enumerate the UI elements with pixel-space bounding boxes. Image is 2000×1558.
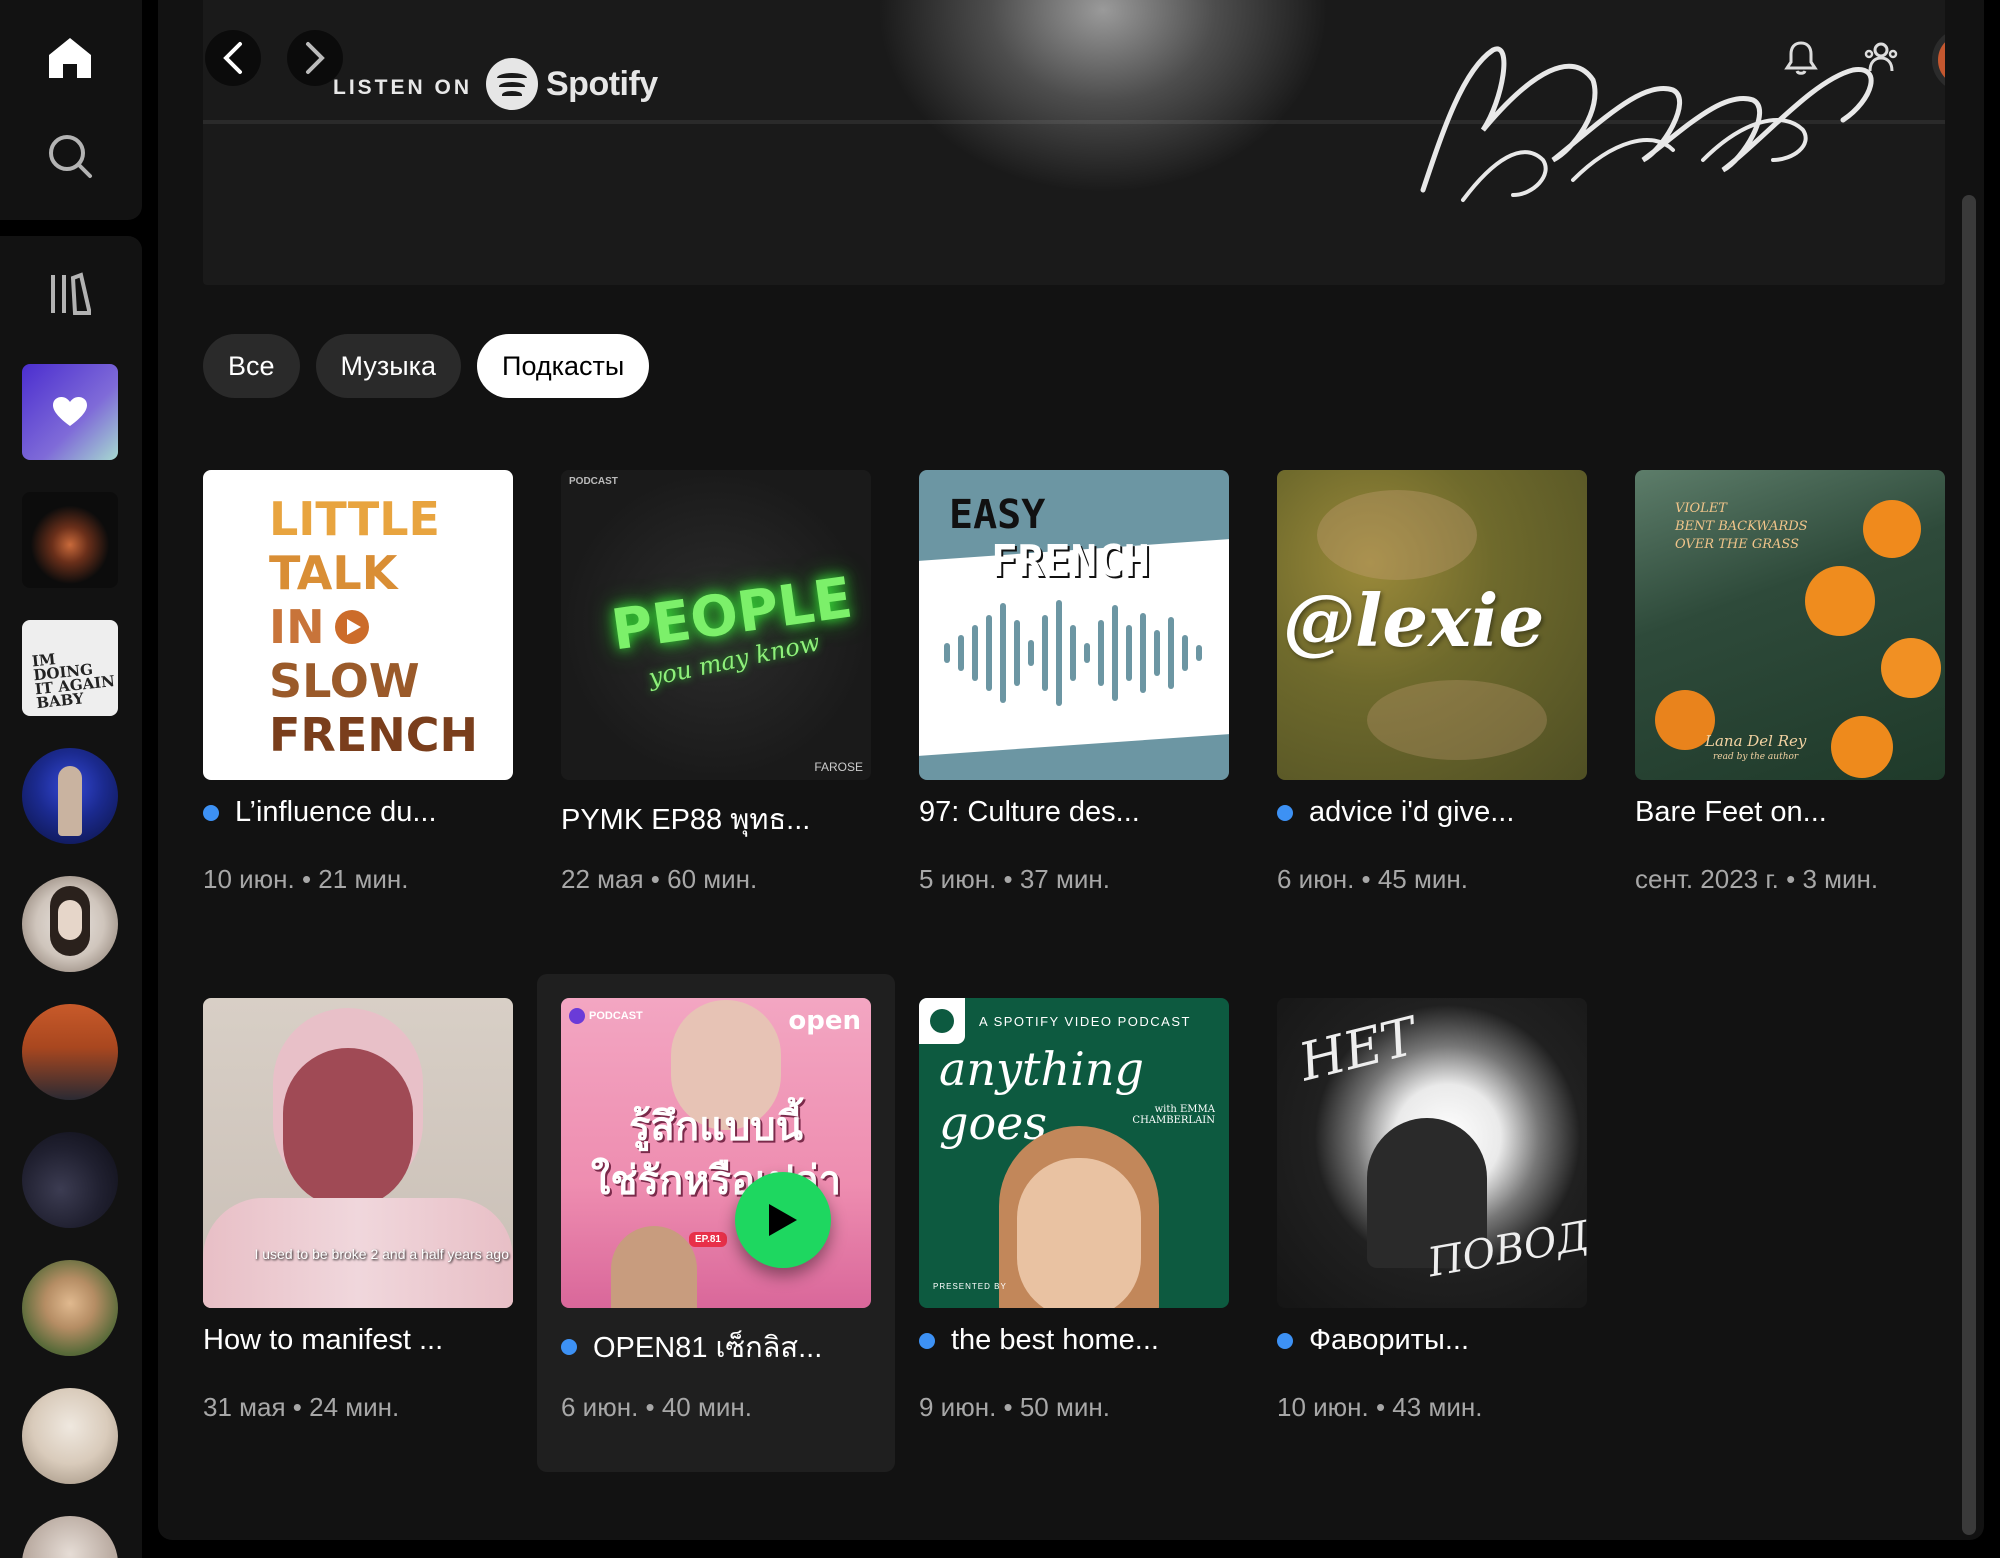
- orange-fruit: [1863, 500, 1921, 558]
- sidebar-library: IM DOING IT AGAIN BABY: [0, 236, 142, 1558]
- listen-on-label: LISTEN ON: [333, 76, 473, 99]
- episode-card[interactable]: @lexie advice i'd give... 6 июн. • 45 ми…: [1253, 446, 1611, 944]
- new-episode-dot: [1277, 804, 1293, 821]
- episode-title: Bare Feet on...: [1635, 796, 1827, 828]
- episode-cover: LITTLE TALK IN SLOW FRENCH: [203, 470, 513, 780]
- library-item-album-1[interactable]: [22, 492, 118, 588]
- play-button[interactable]: [735, 1172, 831, 1268]
- chevron-left-icon: [223, 42, 242, 74]
- episode-cover: EASY FRENCH: [919, 470, 1229, 780]
- episode-meta: 9 июн. • 50 мин.: [919, 1392, 1110, 1422]
- cover-person-face: [283, 1048, 413, 1208]
- liked-songs-item[interactable]: [22, 364, 118, 460]
- episode-meta: 5 июн. • 37 мин.: [919, 864, 1110, 894]
- orange-fruit: [1805, 566, 1875, 636]
- episode-card[interactable]: PODCAST PEOPLE you may know FAROSE PYMK …: [537, 446, 895, 944]
- library-icon[interactable]: [40, 264, 100, 324]
- episode-card[interactable]: LITTLE TALK IN SLOW FRENCH L’influence d…: [179, 446, 537, 944]
- episode-meta: 10 июн. • 43 мин.: [1277, 1392, 1483, 1422]
- episode-meta: 31 мая • 24 мин.: [203, 1392, 400, 1422]
- banner-artwork-script: [1420, 46, 1874, 202]
- episode-cover: PODCAST PEOPLE you may know FAROSE: [561, 470, 871, 780]
- library-item-artist-2[interactable]: [22, 876, 118, 972]
- episode-cover: A SPOTIFY VIDEO PODCAST anything goes wi…: [919, 998, 1229, 1308]
- episode-meta: 6 июн. • 45 мин.: [1277, 864, 1468, 894]
- episode-card[interactable]: VIOLET BENT BACKWARDS OVER THE GRASS Lan…: [1611, 446, 1969, 944]
- spotify-icon: [486, 58, 538, 110]
- episode-cover: VIOLET BENT BACKWARDS OVER THE GRASS Lan…: [1635, 470, 1945, 780]
- artist-figure: [58, 766, 82, 836]
- episode-title: 97: Culture des...: [919, 796, 1140, 828]
- spotify-logo: Spotify: [486, 58, 658, 110]
- play-circle-icon: [334, 610, 369, 644]
- cover-title: LITTLE TALK IN SLOW FRENCH: [269, 492, 479, 762]
- album-art-text: IM DOING IT AGAIN BABY: [31, 650, 116, 713]
- chevron-right-icon: [306, 42, 325, 74]
- library-item-artist-1[interactable]: [22, 748, 118, 844]
- spotify-wordmark: Spotify: [546, 64, 658, 103]
- episode-title: L’influence du...: [203, 796, 523, 829]
- filter-chip-podcasts[interactable]: Подкасты: [477, 334, 650, 398]
- main-panel: LISTEN ON Spotify A Все Музыка Подкасты …: [158, 0, 1984, 1540]
- cover-tag: PODCAST: [569, 1008, 643, 1024]
- bell-icon: [1784, 41, 1818, 75]
- spotify-icon: [919, 998, 965, 1044]
- filter-chips: Все Музыка Подкасты: [203, 334, 650, 398]
- search-icon[interactable]: [40, 126, 100, 186]
- episode-meta: сент. 2023 г. • 3 мин.: [1635, 864, 1879, 894]
- artist-face: [58, 900, 82, 940]
- library-item-artist-5[interactable]: [22, 1260, 118, 1356]
- episode-title: advice i'd give...: [1277, 796, 1597, 829]
- filter-chip-music[interactable]: Музыка: [315, 334, 462, 398]
- cover-texture: [1367, 680, 1547, 760]
- library-item-album-2[interactable]: IM DOING IT AGAIN BABY: [22, 620, 118, 716]
- episode-cover: НЕТ ПОВОДА: [1277, 998, 1587, 1308]
- episode-title: Фавориты...: [1277, 1324, 1597, 1357]
- filter-chip-all[interactable]: Все: [203, 334, 300, 398]
- episode-meta: 10 июн. • 21 мин.: [203, 864, 409, 894]
- cover-texture: [1317, 490, 1477, 580]
- friends-icon: [1864, 42, 1898, 72]
- heart-icon: [22, 364, 118, 460]
- episode-card[interactable]: EASY FRENCH 97: Culture des... 5 июн. • …: [895, 446, 1253, 944]
- cover-text: VIOLET BENT BACKWARDS OVER THE GRASS: [1675, 501, 1808, 552]
- library-item-artist-3[interactable]: [22, 1004, 118, 1100]
- cover-person-face: [1017, 1158, 1141, 1308]
- new-episode-dot: [203, 804, 219, 821]
- new-episode-dot: [919, 1332, 935, 1349]
- sidebar-nav: [0, 0, 142, 220]
- episode-meta: 6 июн. • 40 мин.: [561, 1392, 752, 1422]
- episode-card[interactable]: НЕТ ПОВОДА Фавориты... 10 июн. • 43 мин.: [1253, 974, 1611, 1472]
- episode-cover: PODCAST open รู้สึกแบบนี้ ใช่รักหรือเปล่…: [561, 998, 871, 1308]
- episode-card[interactable]: PODCAST open รู้สึกแบบนี้ ใช่รักหรือเปล่…: [537, 974, 895, 1472]
- home-icon[interactable]: [40, 28, 100, 88]
- episode-meta: 22 мая • 60 мин.: [561, 864, 758, 894]
- episode-title: PYMK EP88 พุทธ...: [561, 804, 811, 836]
- library-item-artist-6[interactable]: [22, 1388, 118, 1484]
- episode-title: OPEN81 เซ็กลิส...: [561, 1324, 881, 1370]
- library-item-artist-7[interactable]: [22, 1516, 118, 1558]
- library-item-artist-4[interactable]: [22, 1132, 118, 1228]
- new-episode-dot: [1277, 1332, 1293, 1349]
- notifications-button[interactable]: [1773, 30, 1829, 86]
- user-avatar[interactable]: A: [1932, 28, 1945, 92]
- cover-guest: [611, 1226, 697, 1308]
- promo-banner[interactable]: LISTEN ON Spotify A: [203, 0, 1945, 285]
- orange-fruit: [1881, 638, 1941, 698]
- friend-activity-button[interactable]: [1853, 30, 1909, 86]
- back-button[interactable]: [205, 30, 261, 86]
- episode-title: the best home...: [919, 1324, 1239, 1357]
- episode-cover: I used to be broke 2 and a half years ag…: [203, 998, 513, 1308]
- episode-card[interactable]: A SPOTIFY VIDEO PODCAST anything goes wi…: [895, 974, 1253, 1472]
- episode-cover: @lexie: [1277, 470, 1587, 780]
- new-episode-dot: [561, 1339, 577, 1355]
- play-icon: [769, 1204, 797, 1236]
- orange-fruit: [1831, 716, 1893, 778]
- episode-title: How to manifest ...: [203, 1324, 444, 1356]
- episode-card[interactable]: I used to be broke 2 and a half years ag…: [179, 974, 537, 1472]
- waveform-icon: [944, 600, 1202, 706]
